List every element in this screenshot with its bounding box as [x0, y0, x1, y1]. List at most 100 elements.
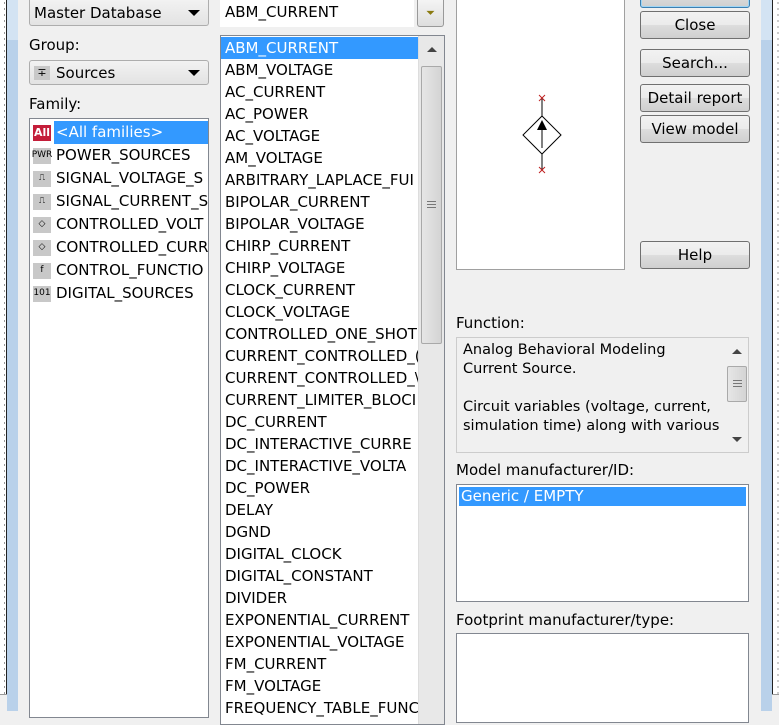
- family-item[interactable]: ◇ CONTROLLED_VOLT: [30, 213, 208, 236]
- digital-sources-icon: 101: [33, 285, 51, 302]
- scroll-down-button[interactable]: [726, 427, 748, 451]
- filter-button[interactable]: ⏷: [417, 0, 444, 27]
- component-item[interactable]: DC_INTERACTIVE_VOLTA: [221, 455, 418, 477]
- component-item[interactable]: ABM_VOLTAGE: [221, 59, 418, 81]
- family-item-label: DIGITAL_SOURCES: [56, 284, 194, 302]
- controlled-current-icon: ◇: [33, 239, 51, 256]
- scrollbar-thumb[interactable]: [727, 366, 747, 402]
- all-families-icon: All: [33, 124, 51, 141]
- component-item[interactable]: BIPOLAR_CURRENT: [221, 191, 418, 213]
- family-item-label: POWER_SOURCES: [56, 146, 191, 164]
- window-frame-right: [761, 0, 772, 711]
- component-search-input[interactable]: ABM_CURRENT: [220, 0, 414, 27]
- sources-icon: ∓: [34, 65, 50, 80]
- family-item[interactable]: 101 DIGITAL_SOURCES: [30, 282, 208, 305]
- component-item[interactable]: CLOCK_CURRENT: [221, 279, 418, 301]
- group-label: Group:: [29, 36, 80, 54]
- footprint-list[interactable]: [456, 633, 749, 723]
- family-item-label: SIGNAL_VOLTAGE_S: [56, 169, 204, 187]
- window-frame-right-bottom: [772, 694, 779, 711]
- close-button[interactable]: Close: [640, 11, 750, 39]
- view-model-button[interactable]: View model: [640, 115, 750, 143]
- function-label: Function:: [456, 314, 525, 332]
- family-item-label: <All families>: [54, 121, 208, 144]
- component-search-value: ABM_CURRENT: [225, 3, 339, 21]
- component-item[interactable]: DELAY: [221, 499, 418, 521]
- family-item[interactable]: ◇ CONTROLLED_CURR: [30, 236, 208, 259]
- family-list[interactable]: All <All families> PWR POWER_SOURCES ⎍ SIGNAL…: [29, 118, 209, 718]
- family-item-label: CONTROLLED_CURR: [56, 238, 209, 256]
- component-item[interactable]: AC_POWER: [221, 103, 418, 125]
- component-item[interactable]: DC_CURRENT: [221, 411, 418, 433]
- group-select-value: Sources: [56, 63, 116, 82]
- grip-icon: [427, 200, 436, 210]
- chevron-up-icon: [426, 46, 437, 52]
- component-item[interactable]: CONTROLLED_ONE_SHOT: [221, 323, 418, 345]
- ok-button[interactable]: [640, 0, 750, 8]
- model-list[interactable]: Generic / EMPTY: [456, 484, 749, 602]
- component-item[interactable]: CHIRP_CURRENT: [221, 235, 418, 257]
- chevron-down-icon: [732, 436, 742, 442]
- component-item[interactable]: AC_VOLTAGE: [221, 125, 418, 147]
- detail-report-button[interactable]: Detail report: [640, 84, 750, 112]
- component-item[interactable]: CURRENT_LIMITER_BLOCI: [221, 389, 418, 411]
- component-item[interactable]: BIPOLAR_VOLTAGE: [221, 213, 418, 235]
- background-desktop-right: [773, 0, 779, 700]
- database-select-value: Master Database: [34, 3, 162, 22]
- controlled-voltage-icon: ◇: [33, 216, 51, 233]
- window-frame-left: [7, 0, 18, 711]
- family-item-label: CONTROL_FUNCTIO: [56, 261, 204, 279]
- component-item[interactable]: ABM_CURRENT: [221, 37, 418, 59]
- component-item[interactable]: EXPONENTIAL_VOLTAGE: [221, 631, 418, 653]
- model-item[interactable]: Generic / EMPTY: [459, 487, 746, 506]
- chevron-up-icon: [732, 348, 742, 354]
- power-sources-icon: PWR: [32, 147, 52, 164]
- family-item[interactable]: ⎍ SIGNAL_CURRENT_S: [30, 190, 208, 213]
- scroll-up-button[interactable]: [419, 36, 444, 62]
- component-list-scrollbar[interactable]: [418, 36, 444, 724]
- database-select[interactable]: Master Database: [29, 0, 209, 26]
- component-item[interactable]: DIVIDER: [221, 587, 418, 609]
- family-item-label: SIGNAL_CURRENT_S: [56, 192, 209, 210]
- component-item[interactable]: DC_POWER: [221, 477, 418, 499]
- component-item[interactable]: ARBITRARY_LAPLACE_FUI: [221, 169, 418, 191]
- component-item[interactable]: CURRENT_CONTROLLED_(: [221, 345, 421, 367]
- window-frame-left-bottom: [0, 694, 7, 711]
- family-item[interactable]: PWR POWER_SOURCES: [30, 144, 208, 167]
- help-button[interactable]: Help: [640, 241, 750, 269]
- control-function-icon: f: [33, 262, 51, 279]
- scroll-up-button[interactable]: [726, 339, 748, 363]
- current-source-symbol-icon: [522, 94, 562, 174]
- component-item[interactable]: FM_VOLTAGE: [221, 675, 418, 697]
- component-item[interactable]: FM_CURRENT: [221, 653, 418, 675]
- scrollbar-thumb[interactable]: [421, 66, 442, 344]
- component-item[interactable]: FREQUENCY_TABLE_FUNC: [221, 697, 419, 719]
- component-item[interactable]: CLOCK_VOLTAGE: [221, 301, 418, 323]
- component-items: ABM_CURRENT ABM_VOLTAGE AC_CURRENT AC_POWER…: [221, 36, 421, 719]
- component-item[interactable]: AM_VOLTAGE: [221, 147, 418, 169]
- function-text: Analog Behavioral Modeling Current Sourc…: [463, 342, 720, 434]
- component-item[interactable]: EXPONENTIAL_CURRENT: [221, 609, 418, 631]
- component-item[interactable]: DC_INTERACTIVE_CURRE: [221, 433, 418, 455]
- component-item[interactable]: CHIRP_VOLTAGE: [221, 257, 418, 279]
- window-frame-right-highlight: [761, 0, 772, 40]
- component-list[interactable]: ABM_CURRENT ABM_VOLTAGE AC_CURRENT AC_POWER…: [220, 35, 445, 725]
- chevron-down-icon: [188, 9, 200, 16]
- family-item[interactable]: All <All families>: [30, 121, 208, 144]
- function-scrollbar[interactable]: [726, 339, 748, 451]
- component-item[interactable]: DGND: [221, 521, 418, 543]
- component-item[interactable]: CURRENT_CONTROLLED_\: [221, 367, 420, 389]
- signal-voltage-icon: ⎍: [33, 170, 51, 187]
- signal-current-icon: ⎍: [33, 193, 51, 210]
- component-item[interactable]: DIGITAL_CONSTANT: [221, 565, 418, 587]
- footprint-label: Footprint manufacturer/type:: [456, 611, 675, 629]
- function-description[interactable]: Analog Behavioral Modeling Current Sourc…: [456, 337, 749, 453]
- component-item[interactable]: AC_CURRENT: [221, 81, 418, 103]
- search-button[interactable]: Search...: [640, 49, 750, 77]
- component-item[interactable]: DIGITAL_CLOCK: [221, 543, 418, 565]
- group-select[interactable]: ∓ Sources: [29, 60, 209, 85]
- family-item[interactable]: ⎍ SIGNAL_VOLTAGE_S: [30, 167, 208, 190]
- family-item[interactable]: f CONTROL_FUNCTIO: [30, 259, 208, 282]
- symbol-preview: [456, 0, 625, 270]
- family-item-label: CONTROLLED_VOLT: [56, 215, 204, 233]
